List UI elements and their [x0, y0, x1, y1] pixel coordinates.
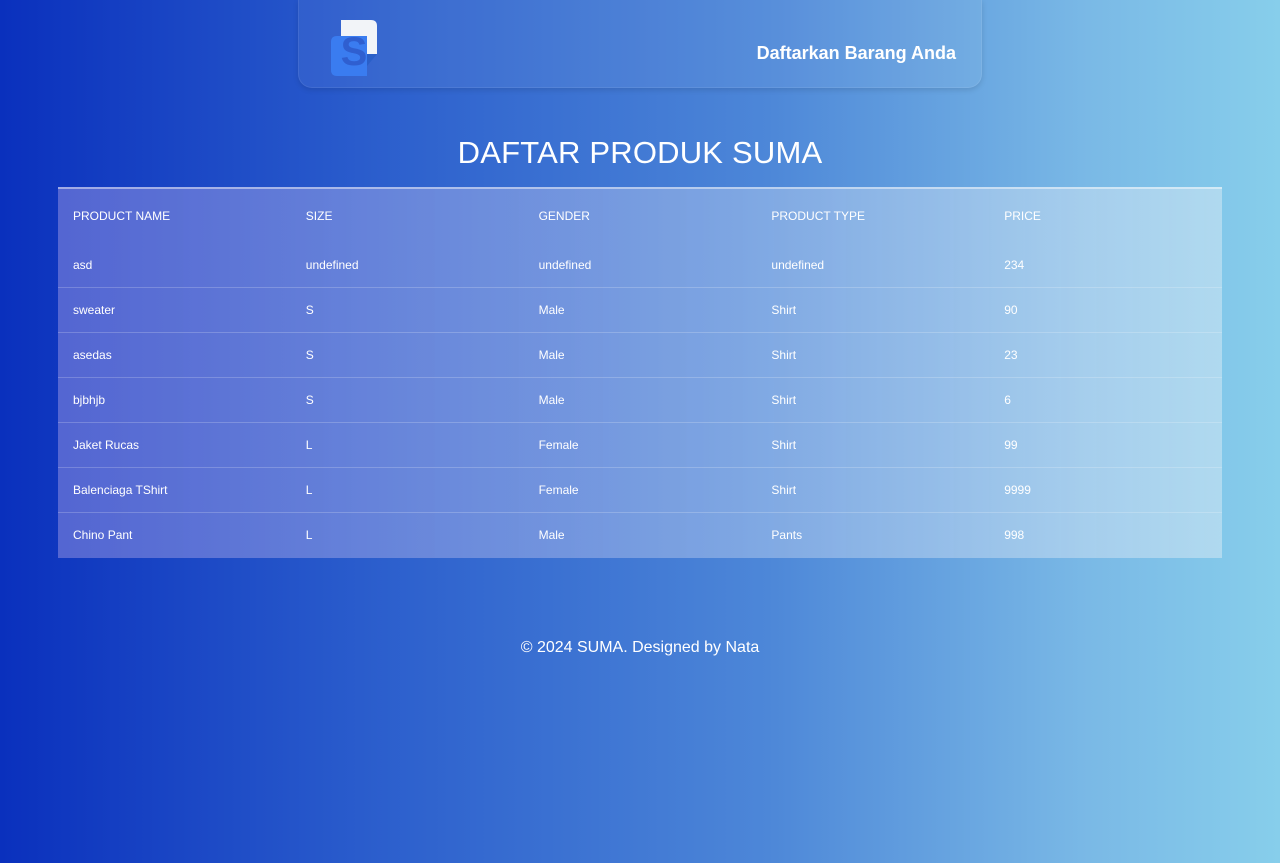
cell-gender: Female	[523, 422, 757, 468]
table-row: asedas S Male Shirt 23	[58, 332, 1222, 378]
cell-product-name: Jaket Rucas	[58, 422, 291, 468]
cell-size: L	[305, 527, 313, 542]
table-row: sweater S Male Shirt 90	[58, 287, 1222, 333]
table-header-row: PRODUCT NAME SIZE GENDER PRODUCT TYPE PR…	[58, 189, 1222, 243]
cell-product-name: bjbhjb	[58, 377, 291, 423]
page-title: DAFTAR PRODUK SUMA	[457, 135, 823, 170]
cell-price: 234	[989, 243, 1222, 288]
cell-product-name: asedas	[58, 332, 291, 378]
footer-copyright: © 2024 SUMA. Designed by Nata	[520, 639, 760, 656]
cell-product-name: asd	[58, 243, 291, 288]
table-row: Balenciaga TShirt L Female Shirt 9999	[58, 467, 1222, 513]
cell-product-name: Chino Pant	[73, 527, 133, 542]
cell-size: L	[290, 422, 524, 468]
cell-size: S	[290, 332, 524, 378]
column-header-product-name: PRODUCT NAME	[73, 209, 171, 223]
cell-product-type: Shirt	[756, 467, 990, 513]
product-table-container: PRODUCT NAME SIZE GENDER PRODUCT TYPE PR…	[58, 187, 1222, 558]
column-header-size: SIZE	[305, 209, 333, 223]
svg-text:S: S	[341, 30, 368, 74]
cell-product-type: Shirt	[756, 287, 990, 333]
cell-product-type: Pants	[771, 527, 803, 542]
table-row: asd undefined undefined undefined 234	[58, 243, 1222, 288]
column-header-price: PRICE	[1004, 209, 1041, 223]
table-row: Chino Pant L Male Pants 998	[58, 512, 1222, 557]
cell-product-type: Shirt	[756, 422, 990, 468]
cell-product-type: Shirt	[756, 377, 990, 423]
cell-gender: Male	[538, 527, 565, 542]
cell-size: S	[290, 377, 524, 423]
cell-price: 6	[989, 377, 1222, 423]
navbar: S Daftarkan Barang Anda	[298, 0, 982, 88]
column-header-product-type: PRODUCT TYPE	[771, 209, 865, 223]
cell-gender: undefined	[523, 243, 757, 288]
table-row: Jaket Rucas L Female Shirt 99	[58, 422, 1222, 468]
cell-price: 99	[989, 422, 1222, 468]
cell-product-type: undefined	[756, 243, 990, 288]
cell-gender: Male	[523, 332, 757, 378]
suma-logo-icon[interactable]: S	[329, 18, 381, 78]
cell-price: 23	[989, 332, 1222, 378]
cell-price: 9999	[989, 467, 1222, 513]
cell-price: 90	[989, 287, 1222, 333]
column-header-gender: GENDER	[538, 209, 590, 223]
cell-price: 998	[1004, 527, 1025, 542]
cell-gender: Male	[523, 377, 757, 423]
cell-product-name: Balenciaga TShirt	[58, 467, 291, 513]
cell-gender: Male	[523, 287, 757, 333]
cell-product-type: Shirt	[756, 332, 990, 378]
table-row: bjbhjb S Male Shirt 6	[58, 377, 1222, 423]
cell-gender: Female	[523, 467, 757, 513]
product-table: PRODUCT NAME SIZE GENDER PRODUCT TYPE PR…	[58, 189, 1222, 557]
cell-product-name: sweater	[58, 287, 291, 333]
cell-size: undefined	[290, 243, 524, 288]
register-item-link[interactable]: Daftarkan Barang Anda	[757, 43, 956, 64]
cell-size: S	[290, 287, 524, 333]
cell-size: L	[290, 467, 524, 513]
